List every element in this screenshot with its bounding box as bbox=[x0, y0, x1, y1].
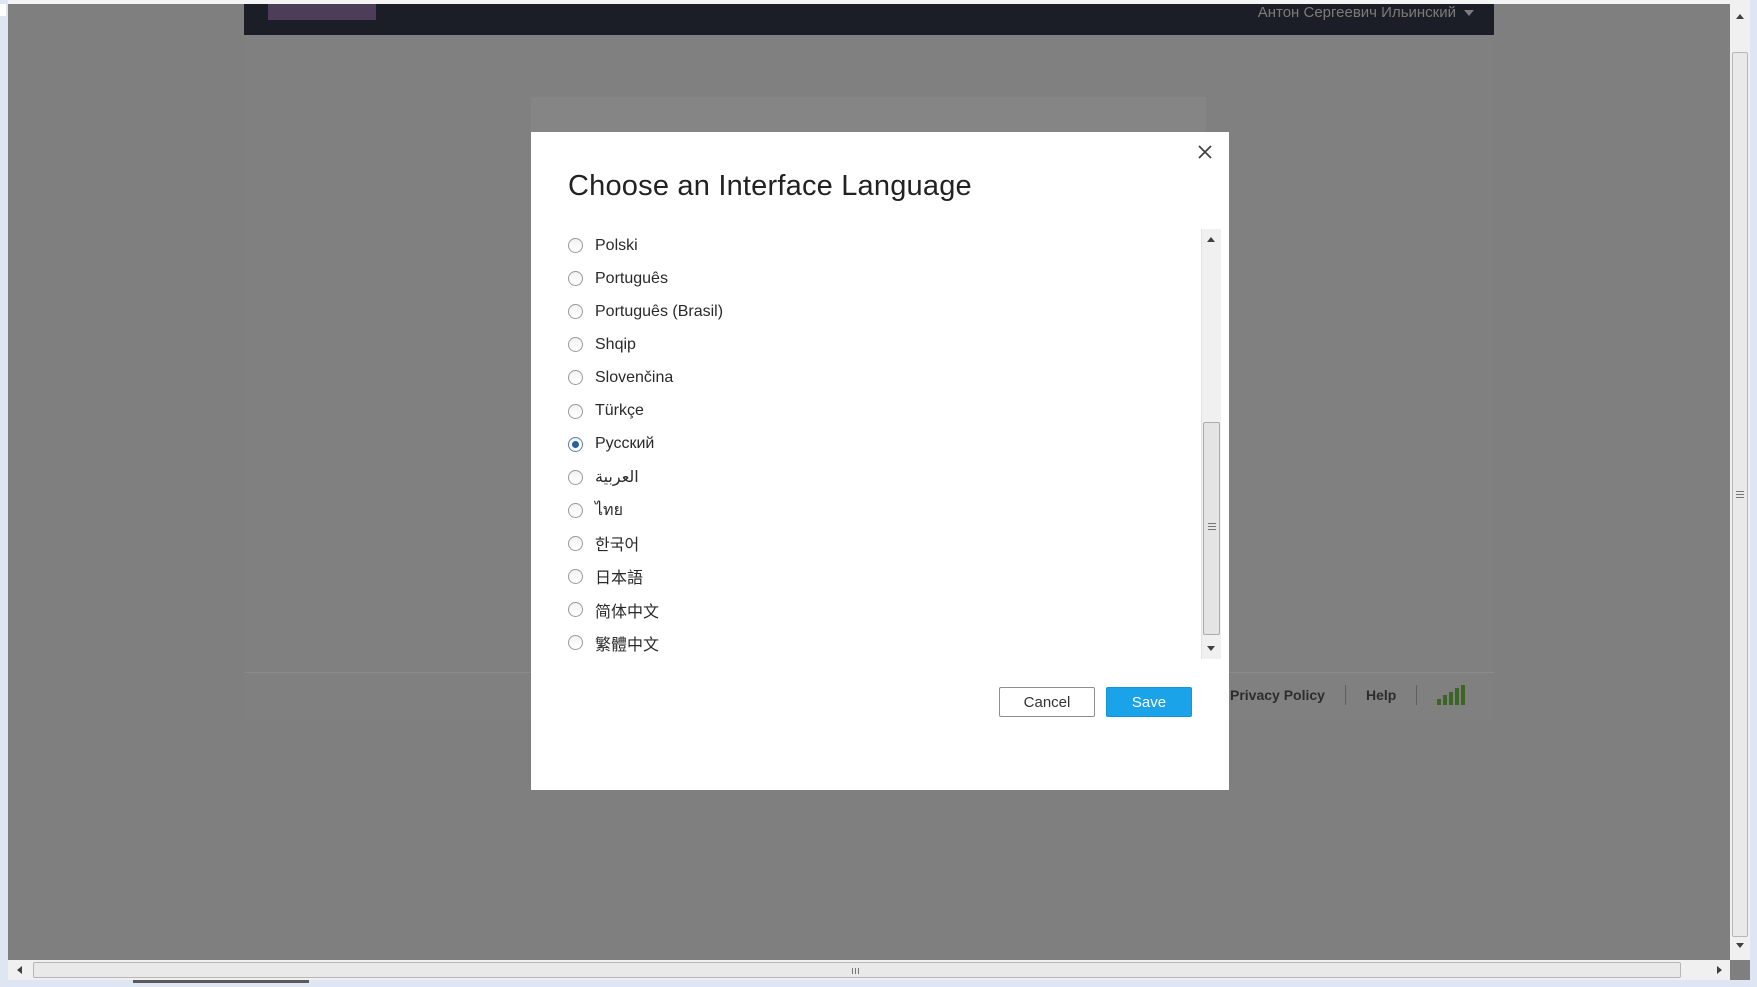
site-logo bbox=[268, 4, 376, 20]
user-menu-name[interactable]: Антон Сергеевич Ильинский bbox=[1258, 4, 1456, 22]
language-label: العربية bbox=[595, 469, 639, 487]
language-label: Português (Brasil) bbox=[595, 302, 724, 320]
scroll-right-arrow-icon[interactable] bbox=[1717, 966, 1722, 974]
language-option[interactable]: 简体中文 bbox=[568, 593, 1201, 626]
language-option[interactable]: Polski bbox=[568, 229, 1201, 262]
radio-button[interactable] bbox=[568, 535, 583, 551]
footer-separator bbox=[1344, 685, 1346, 705]
signal-strength-icon bbox=[1437, 685, 1466, 705]
radio-button-checked[interactable] bbox=[568, 436, 583, 452]
radio-button[interactable] bbox=[568, 304, 583, 320]
radio-button[interactable] bbox=[568, 602, 583, 618]
scroll-up-arrow-icon[interactable] bbox=[1207, 237, 1215, 242]
language-label: Русский bbox=[595, 435, 655, 453]
browser-horizontal-scrollbar[interactable] bbox=[8, 960, 1730, 980]
language-label: Português bbox=[595, 269, 668, 287]
language-label: 한국어 bbox=[595, 537, 640, 555]
radio-button[interactable] bbox=[568, 568, 583, 584]
page-footer: Privacy Policy Help bbox=[1230, 684, 1466, 706]
language-label: Slovenčina bbox=[595, 368, 674, 386]
scroll-up-arrow-icon[interactable] bbox=[1736, 14, 1744, 19]
language-label: ไทย bbox=[595, 501, 623, 519]
window-left-border bbox=[0, 0, 8, 987]
scrollbar-thumb[interactable] bbox=[1203, 422, 1220, 635]
language-option[interactable]: ไทย bbox=[568, 494, 1201, 527]
grip-icon bbox=[855, 968, 856, 974]
language-option[interactable]: Türkçe bbox=[568, 394, 1201, 427]
grip-icon bbox=[1736, 497, 1744, 498]
language-label: Türkçe bbox=[595, 402, 644, 420]
cancel-button[interactable]: Cancel bbox=[999, 687, 1095, 717]
radio-button[interactable] bbox=[568, 271, 583, 287]
scroll-down-arrow-icon[interactable] bbox=[1207, 646, 1215, 651]
scrollbar-thumb[interactable] bbox=[1732, 52, 1748, 937]
dialog-title: Choose an Interface Language bbox=[568, 170, 972, 202]
language-option[interactable]: 日本語 bbox=[568, 560, 1201, 593]
language-option[interactable]: 繁體中文 bbox=[568, 626, 1201, 659]
window-corner-mark bbox=[0, 4, 6, 16]
language-option[interactable]: 한국어 bbox=[568, 527, 1201, 560]
scroll-left-arrow-icon[interactable] bbox=[17, 966, 22, 974]
window-bottom-border bbox=[0, 980, 1757, 987]
language-dialog: Choose an Interface Language Polski Port… bbox=[531, 132, 1229, 790]
browser-vertical-scrollbar[interactable] bbox=[1730, 0, 1750, 960]
help-link[interactable]: Help bbox=[1366, 687, 1396, 703]
background-card-edge bbox=[531, 97, 1206, 133]
grip-icon bbox=[1208, 529, 1216, 530]
close-icon[interactable] bbox=[1193, 140, 1217, 164]
grip-icon bbox=[1208, 523, 1216, 524]
radio-button[interactable] bbox=[568, 635, 583, 651]
grip-icon bbox=[1208, 526, 1216, 527]
grip-icon bbox=[1736, 491, 1744, 492]
language-list[interactable]: Polski Português Português (Brasil) Shqi… bbox=[568, 229, 1221, 659]
language-label: 繁體中文 bbox=[595, 636, 660, 654]
grip-icon bbox=[1736, 494, 1744, 495]
radio-button[interactable] bbox=[568, 469, 583, 485]
language-label: 简体中文 bbox=[595, 603, 660, 621]
radio-button[interactable] bbox=[568, 502, 583, 518]
radio-button[interactable] bbox=[568, 370, 583, 386]
scroll-down-arrow-icon[interactable] bbox=[1736, 943, 1744, 948]
language-label: 日本語 bbox=[595, 570, 644, 588]
radio-button[interactable] bbox=[568, 238, 583, 254]
language-option[interactable]: العربية bbox=[568, 461, 1201, 494]
language-label: Shqip bbox=[595, 335, 636, 353]
page-header: Антон Сергеевич Ильинский bbox=[244, 4, 1494, 35]
language-option[interactable]: Português bbox=[568, 262, 1201, 295]
user-menu-caret-icon[interactable] bbox=[1464, 10, 1474, 16]
language-option[interactable]: Português (Brasil) bbox=[568, 295, 1201, 328]
grip-icon bbox=[858, 968, 859, 974]
language-label: Polski bbox=[595, 236, 638, 254]
language-list-scrollbar[interactable] bbox=[1201, 229, 1221, 659]
scrollbar-thumb[interactable] bbox=[33, 962, 1681, 978]
language-option-selected[interactable]: Русский bbox=[568, 428, 1201, 461]
window-right-border bbox=[1750, 0, 1757, 987]
radio-button[interactable] bbox=[568, 337, 583, 353]
language-option[interactable]: Shqip bbox=[568, 328, 1201, 361]
radio-button[interactable] bbox=[568, 403, 583, 419]
save-button[interactable]: Save bbox=[1106, 687, 1192, 717]
grip-icon bbox=[852, 968, 853, 974]
language-option[interactable]: Slovenčina bbox=[568, 361, 1201, 394]
taskbar-tab bbox=[133, 980, 309, 983]
footer-separator bbox=[1416, 685, 1418, 705]
privacy-policy-link[interactable]: Privacy Policy bbox=[1230, 687, 1325, 703]
